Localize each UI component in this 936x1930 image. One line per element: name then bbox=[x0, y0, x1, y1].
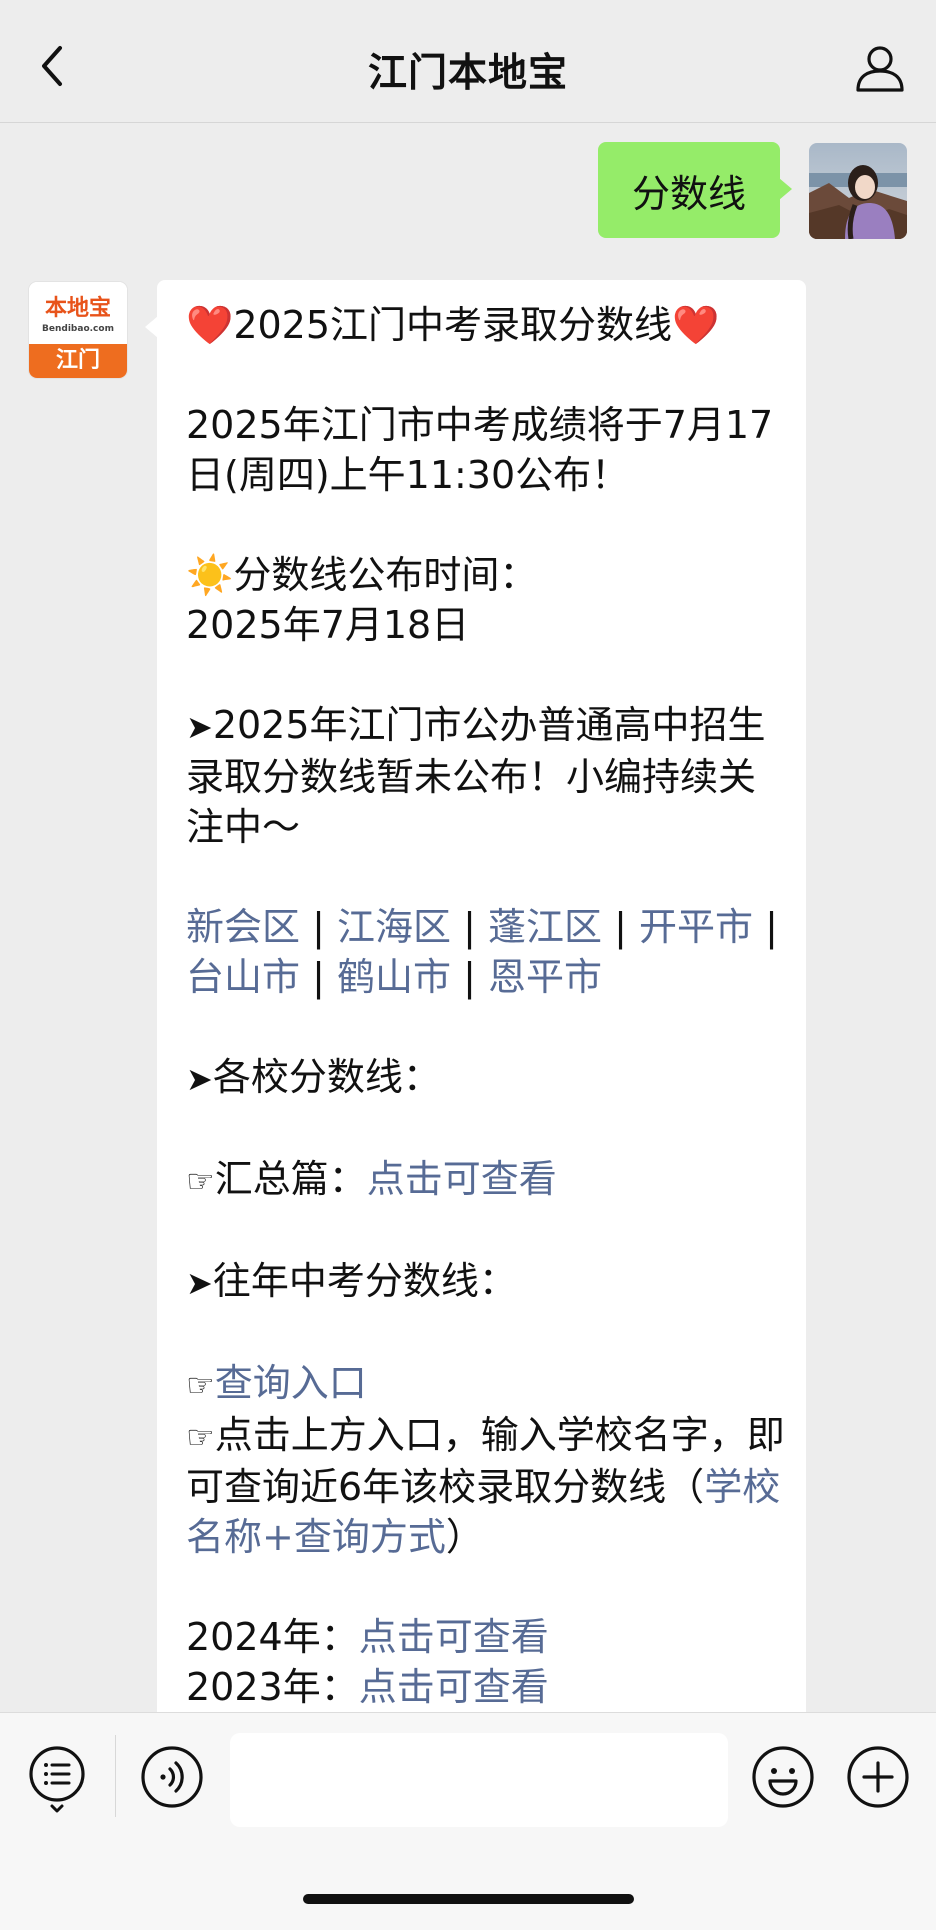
bendibao-logo: 本地宝 Bendibao.com bbox=[29, 282, 127, 344]
smiley-icon[interactable] bbox=[751, 1745, 815, 1809]
arrow-icon: ➤ bbox=[186, 1060, 213, 1098]
separator: | bbox=[614, 905, 627, 949]
bot-message-content: ❤️2025江门中考录取分数线❤️ 2025年江门市中考成绩将于7月17日(周四… bbox=[186, 300, 786, 1712]
pending-note-line: ➤2025年江门市公办普通高中招生录取分数线暂未公布！小编持续关注中～ bbox=[186, 700, 786, 852]
person-icon[interactable] bbox=[852, 40, 908, 96]
plus-icon[interactable] bbox=[846, 1745, 910, 1809]
past-heading-line: ➤往年中考分数线： bbox=[186, 1256, 786, 1308]
district-link-taishan[interactable]: 台山市 bbox=[186, 955, 300, 999]
release-label: 分数线公布时间： bbox=[233, 553, 538, 597]
announce-text: 2025年江门市中考成绩将于7月17日(周四)上午11:30公布！ bbox=[186, 403, 774, 497]
separator: | bbox=[463, 955, 476, 999]
query-instruction: 点击上方入口，输入学校名字，即可查询近6年该校录取分数线（ bbox=[186, 1413, 785, 1509]
year-2023-line: 2023年：点击可查看 bbox=[186, 1662, 786, 1712]
home-indicator bbox=[303, 1894, 634, 1904]
headline-line: ❤️2025江门中考录取分数线❤️ bbox=[186, 300, 786, 350]
summary-label: 汇总篇： bbox=[214, 1157, 367, 1201]
query-instruction-line: ☞点击上方入口，输入学校名字，即可查询近6年该校录取分数线（学校名称+查询方式） bbox=[186, 1410, 786, 1562]
user-avatar-image bbox=[809, 143, 907, 239]
page-title: 江门本地宝 bbox=[367, 51, 568, 96]
query-entry-link[interactable]: 查询入口 bbox=[215, 1361, 367, 1405]
nav-header: 江门本地宝 bbox=[0, 0, 936, 123]
schools-heading-line: ➤各校分数线： bbox=[186, 1052, 786, 1104]
query-link-line: ☞查询入口 bbox=[186, 1358, 786, 1410]
summary-link[interactable]: 点击可查看 bbox=[367, 1157, 557, 1201]
heart-icon: ❤️ bbox=[186, 303, 234, 347]
summary-line: ☞汇总篇：点击可查看 bbox=[186, 1154, 786, 1206]
district-link-enping[interactable]: 恩平市 bbox=[488, 955, 602, 999]
district-link-xinhui[interactable]: 新会区 bbox=[186, 905, 300, 949]
bot-message-bubble: ❤️2025江门中考录取分数线❤️ 2025年江门市中考成绩将于7月17日(周四… bbox=[145, 280, 806, 1820]
separator: | bbox=[312, 905, 325, 949]
release-label-line: ☀️分数线公布时间： bbox=[186, 550, 786, 600]
separator: | bbox=[312, 955, 325, 999]
divider bbox=[115, 1735, 116, 1817]
list-menu-icon[interactable] bbox=[26, 1743, 88, 1815]
logo-city: 江门 bbox=[29, 344, 127, 378]
arrow-icon: ➤ bbox=[186, 1264, 213, 1302]
schools-heading: 各校分数线： bbox=[212, 1055, 441, 1099]
year-2023-label: 2023年： bbox=[186, 1665, 359, 1709]
message-input[interactable] bbox=[230, 1733, 728, 1827]
year-2024-label: 2024年： bbox=[186, 1615, 359, 1659]
user-message-text: 分数线 bbox=[631, 171, 746, 216]
voice-icon[interactable] bbox=[140, 1745, 204, 1809]
pointing-hand-icon: ☞ bbox=[186, 1162, 215, 1200]
year-2023-link[interactable]: 点击可查看 bbox=[359, 1665, 549, 1709]
separator: | bbox=[463, 905, 476, 949]
district-link-kaiping[interactable]: 开平市 bbox=[639, 905, 753, 949]
query-close: ） bbox=[445, 1515, 484, 1559]
bot-avatar[interactable]: 本地宝 Bendibao.com 江门 bbox=[29, 282, 127, 378]
year-2024-link[interactable]: 点击可查看 bbox=[359, 1615, 549, 1659]
release-date: 2025年7月18日 bbox=[186, 603, 470, 647]
sun-icon: ☀️ bbox=[186, 553, 234, 597]
separator: | bbox=[765, 905, 778, 949]
user-avatar[interactable] bbox=[809, 143, 907, 239]
pending-note: 2025年江门市公办普通高中招生录取分数线暂未公布！小编持续关注中～ bbox=[186, 703, 766, 849]
chat-input-bar bbox=[0, 1712, 936, 1930]
arrow-icon: ➤ bbox=[186, 708, 213, 746]
user-message-bubble[interactable]: 分数线 bbox=[598, 142, 792, 238]
district-link-jianghai[interactable]: 江海区 bbox=[337, 905, 451, 949]
district-link-heshan[interactable]: 鹤山市 bbox=[337, 955, 451, 999]
logo-url: Bendibao.com bbox=[42, 324, 114, 334]
year-2024-line: 2024年：点击可查看 bbox=[186, 1612, 786, 1662]
pointing-hand-icon: ☞ bbox=[186, 1418, 215, 1456]
headline: 2025江门中考录取分数线 bbox=[233, 303, 673, 347]
district-link-pengjiang[interactable]: 蓬江区 bbox=[488, 905, 602, 949]
past-heading: 往年中考分数线： bbox=[212, 1259, 517, 1303]
logo-name: 本地宝 bbox=[44, 295, 111, 321]
pointing-hand-icon: ☞ bbox=[186, 1366, 215, 1404]
heart-icon: ❤️ bbox=[672, 303, 720, 347]
district-links: 新会区 | 江海区 | 蓬江区 | 开平市 | 台山市 | 鹤山市 | 恩平市 bbox=[186, 902, 786, 1002]
